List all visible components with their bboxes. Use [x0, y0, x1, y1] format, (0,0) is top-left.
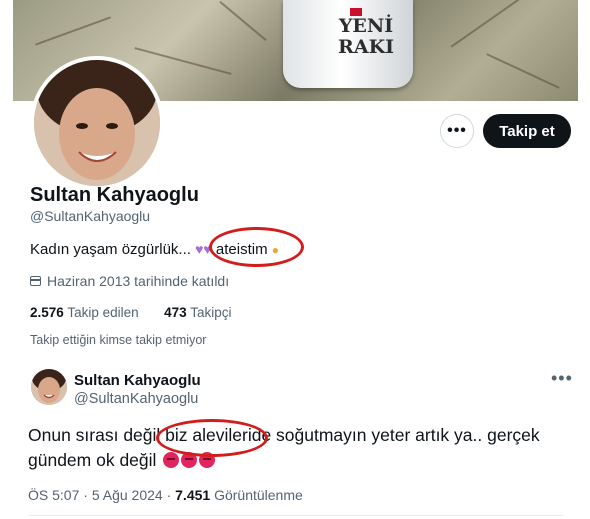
joined-text: Haziran 2013 tarihinde katıldı [47, 273, 230, 289]
red-annotation-circle [156, 419, 268, 457]
profile-handle: @SultanKahyaoglu [30, 208, 151, 224]
tweet-text: Onun sırası değil biz alevileride soğutm… [28, 423, 548, 473]
tweet-author-avatar[interactable] [31, 369, 67, 405]
tweet-timestamp[interactable]: ÖS 5:07 · 5 Ağu 2024 [28, 487, 163, 503]
tweet-text-part1: Onun sırası değil [28, 425, 166, 445]
tweet-more-icon[interactable]: ••• [551, 368, 573, 389]
tweet-author-handle[interactable]: @SultanKahyaoglu [74, 391, 198, 407]
following-label: Takip edilen [67, 305, 139, 320]
red-annotation-circle [209, 227, 304, 267]
tweet-date: 5 Ağu 2024 [91, 487, 163, 503]
followers-link[interactable]: 473 Takipçi [164, 305, 231, 320]
followers-label: Takipçi [190, 305, 232, 320]
more-options-button[interactable]: ••• [440, 114, 474, 148]
profile-avatar[interactable] [30, 56, 164, 190]
profile-name: Sultan Kahyaoglu [30, 184, 199, 206]
views-label: Görüntülenme [214, 487, 303, 503]
tweet-text-part2: soğutmayın yeter artık ya.. gerçek [271, 425, 540, 445]
bio-text: Kadın yaşam özgürlük... [30, 241, 191, 258]
mutual-followers-note: Takip ettiğin kimse takip etmiyor [30, 333, 207, 347]
tweet-time: ÖS 5:07 [28, 487, 80, 503]
tweet-divider [28, 515, 564, 516]
tweet-meta: ÖS 5:07 · 5 Ağu 2024 · 7.451 Görüntülenm… [28, 487, 303, 503]
following-link[interactable]: 2.576 Takip edilen [30, 305, 139, 320]
calendar-icon [30, 276, 41, 286]
more-horizontal-icon: ••• [447, 122, 467, 139]
section-divider [0, 358, 590, 366]
joined-date: Haziran 2013 tarihinde katıldı [30, 273, 229, 289]
bottle-label: YENİ RAKI [338, 15, 394, 58]
followers-count: 473 [164, 305, 187, 320]
follow-counts: 2.576 Takip edilen 473 Takipçi [30, 305, 231, 320]
follow-button[interactable]: Takip et [483, 114, 571, 148]
following-count: 2.576 [30, 305, 64, 320]
purple-heart-icon: ♥ [195, 241, 204, 257]
angry-face-icon [163, 452, 180, 468]
tweet-text-line2: gündem ok değil [28, 450, 157, 470]
tweet-author-name[interactable]: Sultan Kahyaoglu [74, 372, 201, 389]
views-count: 7.451 [175, 487, 211, 503]
